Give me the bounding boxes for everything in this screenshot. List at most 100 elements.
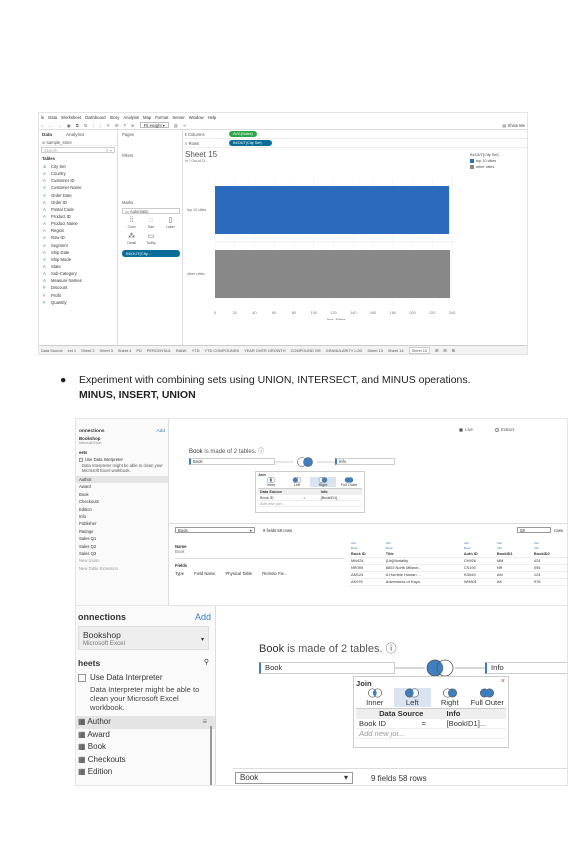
home-icon[interactable]: ⌂ <box>41 123 44 128</box>
sheet-tab[interactable]: ext 1 <box>68 348 76 353</box>
field-item[interactable]: A Customer ID <box>43 177 117 184</box>
menu-item[interactable]: Data <box>48 115 57 120</box>
data-tab[interactable]: Data <box>42 132 52 137</box>
add-join-clause[interactable]: Add new joi... <box>356 729 419 739</box>
sheet-item[interactable]: ▦ Edition <box>76 766 215 779</box>
menu-item[interactable]: le <box>41 115 44 120</box>
sheet-item[interactable]: Award <box>76 483 168 490</box>
data-source-tab[interactable]: Data Source <box>41 348 63 353</box>
swap-icon[interactable]: ⇅ <box>84 123 88 128</box>
add-join-clause[interactable]: Add new join... <box>258 501 302 507</box>
show-me-button[interactable]: ▤ Show Me <box>502 123 525 128</box>
sheet-item[interactable]: Info <box>76 513 168 520</box>
sheet-item[interactable]: ▦ Author ≡ <box>76 716 215 729</box>
group-icon[interactable]: ⊞ <box>115 123 119 128</box>
new-datasource-icon[interactable]: ⧉ <box>76 123 79 128</box>
sheet-tab[interactable]: Sheet 2 <box>81 348 94 353</box>
size-button[interactable]: ◌ Size <box>141 217 160 231</box>
field-item[interactable]: A Segment <box>43 242 117 249</box>
sheet-tab[interactable]: Sheet 4 <box>118 348 131 353</box>
meta-column-header[interactable]: Remote Fie... <box>262 571 287 576</box>
field-item[interactable]: A Measure Names <box>43 277 117 284</box>
field-item[interactable]: A Ship Mode <box>43 256 117 263</box>
meta-column-header[interactable]: Field Name <box>194 571 215 576</box>
menu-item[interactable]: Worksheet <box>61 115 81 120</box>
sheet-tab[interactable]: YTD <box>192 348 200 353</box>
field-item[interactable]: # Discount <box>43 284 117 291</box>
save-icon[interactable]: ▣ <box>67 123 71 128</box>
field-item[interactable]: A Order Date <box>43 192 117 199</box>
join-type-inner[interactable]: Inner <box>258 477 284 487</box>
sheet-tab[interactable]: Sheet 14 <box>388 348 404 353</box>
left-table-pill[interactable]: Book <box>259 662 395 674</box>
tooltip-button[interactable]: ▭ Tooltip <box>141 233 160 247</box>
left-table-pill[interactable]: Book <box>189 458 275 465</box>
sheet-tab[interactable]: GRANULARITY LOD <box>326 348 363 353</box>
menu-item[interactable]: Format <box>155 115 168 120</box>
close-icon[interactable]: × <box>501 678 505 685</box>
sheet-item[interactable]: ▦ Checkouts <box>76 754 215 767</box>
pin-icon[interactable]: ⊕ <box>131 123 135 128</box>
sheet-tab[interactable]: Sheet 3 <box>100 348 113 353</box>
sheet-item[interactable]: Sales Q2 <box>76 543 168 550</box>
field-item[interactable]: A Sub-Category <box>43 270 117 277</box>
column-header[interactable]: Auth ID <box>461 550 495 558</box>
sheet-tab[interactable]: RANK <box>176 348 187 353</box>
sort-desc-icon[interactable]: ↓ <box>99 123 101 128</box>
meta-column-header[interactable]: Physical Table <box>226 571 253 576</box>
info-icon[interactable]: ⓘ <box>258 449 264 455</box>
column-header[interactable]: Title <box>383 550 462 558</box>
new-union-item[interactable]: New Table Extension <box>76 565 168 572</box>
sheet-tab[interactable]: YEAR OVER GROWTH <box>244 348 286 353</box>
field-item[interactable]: A Ship Date <box>43 249 117 256</box>
menu-item[interactable]: Analysis <box>123 115 139 120</box>
filter-icon[interactable]: ⚲ ▾ <box>106 148 112 153</box>
connection-item[interactable]: Bookshop Microsoft Excel <box>76 436 168 445</box>
join-type-right[interactable]: Right <box>431 688 469 707</box>
mark-type-dropdown[interactable]: ▭ Automatic <box>122 208 180 214</box>
bar[interactable] <box>215 250 451 298</box>
field-item[interactable]: # Profit <box>43 292 117 299</box>
menu-item[interactable]: Server <box>172 115 184 120</box>
field-item[interactable]: A Customer Name <box>43 184 117 191</box>
sheet-item[interactable]: ▦ Award <box>76 729 215 742</box>
analytics-tab[interactable]: Analytics <box>66 132 84 137</box>
field-item[interactable]: A State <box>43 263 117 270</box>
sheet-item[interactable]: Edition <box>76 506 168 513</box>
info-icon[interactable]: ⓘ <box>386 643 397 655</box>
field-item[interactable]: A Postal Code <box>43 206 117 213</box>
sheet-item[interactable]: Sales Q1 <box>76 535 168 542</box>
rows-count-input[interactable]: 58 <box>517 527 552 533</box>
share-icon[interactable]: ≺ <box>183 123 187 128</box>
join-type-full-outer[interactable]: Full Outer <box>469 688 507 707</box>
live-radio[interactable]: Live <box>459 427 473 432</box>
menu-item[interactable]: Map <box>143 115 151 120</box>
rows-shelf[interactable]: ≡ Rows IN/OUT(City Set) <box>183 139 527 148</box>
redo-icon[interactable]: → <box>58 123 62 128</box>
field-item[interactable]: A Region <box>43 227 117 234</box>
interpreter-checkbox[interactable]: Use Data Interpreter <box>76 670 215 685</box>
field-item[interactable]: ⊚ City Set <box>43 163 117 170</box>
scrollbar[interactable] <box>210 726 212 785</box>
drag-handle-icon[interactable]: ≡ <box>202 716 207 729</box>
sheet-item[interactable]: Sales Q3 <box>76 550 168 557</box>
label-button[interactable]: ▯ Label <box>161 217 180 231</box>
field-item[interactable]: A Product Name <box>43 220 117 227</box>
column-header[interactable]: BookID1 <box>494 550 532 558</box>
join-type-full-outer[interactable]: Full Outer <box>336 477 362 487</box>
column-header[interactable]: Book ID <box>349 550 384 558</box>
field-item[interactable]: A Row ID <box>43 234 117 241</box>
sheet-tab[interactable]: Sheet 13 <box>367 348 383 353</box>
sheet-tab[interactable]: PD <box>136 348 141 353</box>
legend-item[interactable]: other cities <box>470 165 526 169</box>
undo-icon[interactable]: ← <box>49 123 53 128</box>
sheet-item[interactable]: Book <box>76 491 168 498</box>
new-story-icon[interactable]: ⊞ <box>452 348 455 353</box>
extract-radio[interactable]: Extract <box>494 427 514 432</box>
highlight-icon[interactable]: ✎ <box>107 123 111 128</box>
marks-set-pill[interactable]: IN/OUT(City... <box>122 250 180 257</box>
sheet-item[interactable]: Ratings <box>76 528 168 535</box>
join-type-right[interactable]: Right <box>310 477 336 487</box>
meta-column-header[interactable]: Type <box>175 571 184 576</box>
sort-asc-icon[interactable]: ↑ <box>92 123 94 128</box>
